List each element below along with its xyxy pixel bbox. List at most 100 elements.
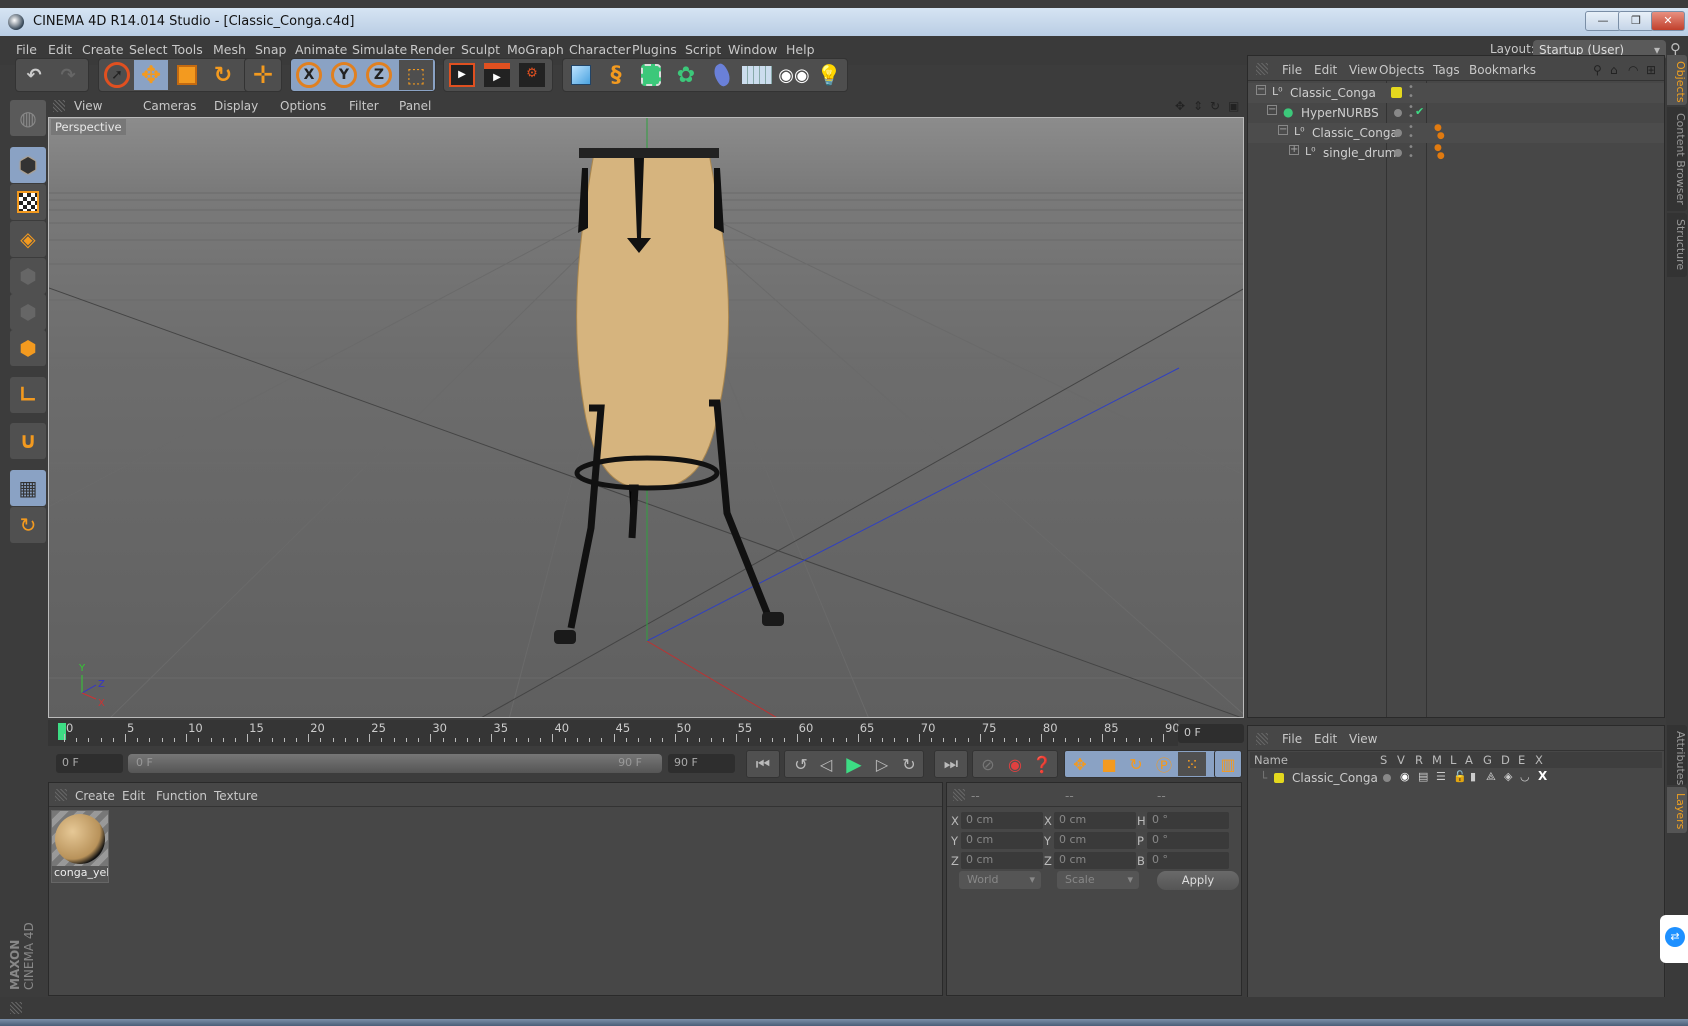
go-to-end-button[interactable]: ⏭ <box>937 752 965 776</box>
object-menu-view[interactable]: View <box>1349 63 1377 77</box>
lock-icon[interactable]: 🔓 <box>1453 770 1467 783</box>
tab-content-browser[interactable]: Content Browser <box>1667 107 1687 211</box>
object-menu-tags[interactable]: Tags <box>1433 63 1460 77</box>
y-axis-button[interactable]: Y <box>327 60 361 90</box>
material-menu-texture[interactable]: Texture <box>214 789 258 803</box>
menu-tools[interactable]: Tools <box>172 42 203 57</box>
menu-mograph[interactable]: MoGraph <box>507 42 564 57</box>
layer-menu-edit[interactable]: Edit <box>1314 732 1337 746</box>
record-key-button[interactable]: ◉ <box>1001 752 1029 776</box>
viewport-menu-cameras[interactable]: Cameras <box>143 99 196 113</box>
texture-mode-button[interactable] <box>10 184 46 220</box>
workplane-button[interactable]: ◍ <box>10 100 46 136</box>
apply-button[interactable]: Apply <box>1157 871 1239 890</box>
object-tree-row[interactable]: + L⁰ single_drum • • ● ● <box>1248 143 1664 163</box>
frame-range-slider[interactable]: 0 F 90 F <box>128 754 662 773</box>
menu-mesh[interactable]: Mesh <box>213 42 246 57</box>
z-axis-button[interactable]: Z <box>362 60 396 90</box>
close-button[interactable]: ✕ <box>1651 11 1685 31</box>
floor-button[interactable] <box>740 60 774 90</box>
generators-icon[interactable]: ⟁ <box>1486 770 1496 784</box>
current-frame-field[interactable]: 0 F <box>1178 724 1244 743</box>
material-menu-create[interactable]: Create <box>75 789 115 803</box>
menu-help[interactable]: Help <box>786 42 815 57</box>
pan-icon[interactable]: ✥ <box>1175 99 1185 113</box>
visibility-toggle-icon[interactable]: • • <box>1408 143 1414 162</box>
next-key-button[interactable]: ↻ <box>895 752 923 776</box>
expand-toggle-icon[interactable]: + <box>1289 145 1299 155</box>
snap-button[interactable]: ∪ <box>10 423 46 459</box>
layer-column-m[interactable]: M <box>1432 753 1442 767</box>
end-frame-field[interactable]: 90 F <box>668 754 735 773</box>
move-button[interactable]: ✥ <box>134 60 168 90</box>
menu-plugins[interactable]: Plugins <box>632 42 677 57</box>
minimize-button[interactable]: — <box>1585 11 1621 31</box>
keyframe-selection-button[interactable]: ❓ <box>1028 752 1056 776</box>
prev-key-button[interactable]: ↺ <box>787 752 815 776</box>
point-level-key-button[interactable]: ⁙ <box>1178 752 1206 776</box>
orbit-icon[interactable]: ↻ <box>1210 99 1220 113</box>
render-settings-button[interactable]: ⚙ <box>515 60 549 90</box>
visible-editor-icon[interactable]: ◉ <box>1400 770 1410 783</box>
manager-icon[interactable]: ☰ <box>1436 770 1446 783</box>
layer-column-d[interactable]: D <box>1501 753 1510 767</box>
cube-button[interactable] <box>564 60 598 90</box>
enabled-check-icon[interactable]: ✔ <box>1415 105 1424 118</box>
menu-create[interactable]: Create <box>82 42 124 57</box>
layer-column-a[interactable]: A <box>1465 753 1473 767</box>
redo-button[interactable]: ↷ <box>51 60 85 90</box>
layer-column-x[interactable]: X <box>1535 753 1543 767</box>
tab-structure[interactable]: Structure <box>1667 213 1687 277</box>
model-mode-button[interactable]: ⬢ <box>10 147 46 183</box>
tab-layers[interactable]: Layers <box>1667 787 1687 833</box>
coord-value-field[interactable]: 0 cm <box>961 812 1043 829</box>
create-tool-button[interactable]: ✛ <box>246 60 280 90</box>
expand-toggle-icon[interactable]: − <box>1278 125 1288 135</box>
polygons-mode-button[interactable]: ⬢ <box>10 330 46 366</box>
menu-window[interactable]: Window <box>728 42 777 57</box>
points-mode-button[interactable]: ⬢ <box>10 258 46 294</box>
panel-grip-icon[interactable] <box>1256 63 1268 75</box>
live-selection-button[interactable]: ➚ <box>100 60 134 90</box>
layer-column-v[interactable]: V <box>1397 753 1405 767</box>
visibility-toggle-icon[interactable]: • • <box>1408 103 1414 122</box>
object-menu-edit[interactable]: Edit <box>1314 63 1337 77</box>
maximize-icon[interactable]: ▣ <box>1228 99 1239 113</box>
layer-column-name[interactable]: Name <box>1254 753 1288 767</box>
tab-attributes[interactable]: Attributes <box>1667 725 1687 785</box>
move-key-button[interactable]: ✥ <box>1066 752 1094 776</box>
panel-grip-icon[interactable] <box>53 100 65 112</box>
edges-mode-button[interactable]: ⬢ <box>10 294 46 330</box>
timeline-window-button[interactable]: ▥ <box>1214 752 1242 776</box>
go-to-start-button[interactable]: ⏮ <box>749 752 777 776</box>
rotate-button[interactable]: ↻ <box>206 60 240 90</box>
render-picture-viewer-button[interactable]: ▶ <box>480 60 514 90</box>
coord-value-field[interactable]: 0 ° <box>1147 812 1229 829</box>
layer-menu-file[interactable]: File <box>1282 732 1302 746</box>
search-icon[interactable]: ⚲ <box>1593 63 1602 77</box>
x-axis-button[interactable]: X <box>292 60 326 90</box>
menu-script[interactable]: Script <box>685 42 721 57</box>
panel-grip-icon[interactable] <box>55 789 67 801</box>
coord-value-field[interactable]: 0 cm <box>1054 852 1136 869</box>
animation-icon[interactable]: ▮ <box>1470 770 1476 783</box>
coordinate-system-button[interactable]: ⬚ <box>399 60 433 90</box>
menu-render[interactable]: Render <box>410 42 455 57</box>
menu-sculpt[interactable]: Sculpt <box>461 42 500 57</box>
viewport-menu-view[interactable]: View <box>74 99 102 113</box>
panel-grip-icon[interactable] <box>10 1002 22 1014</box>
dolly-icon[interactable]: ⇕ <box>1193 99 1203 113</box>
timeline-ruler[interactable]: 0 5 10 15 20 25 30 35 40 45 50 55 60 65 70 75 80 85 90 <box>48 720 1180 746</box>
light-button[interactable]: 💡 <box>812 60 846 90</box>
layer-column-e[interactable]: E <box>1518 753 1525 767</box>
rotate-key-button[interactable]: ↻ <box>1122 752 1150 776</box>
expressions-icon[interactable]: ◡ <box>1520 770 1530 783</box>
prev-frame-button[interactable]: ◁ <box>812 752 840 776</box>
layer-column-r[interactable]: R <box>1415 753 1423 767</box>
object-tree-row[interactable]: − L⁰ Classic_Conga • • ● ● <box>1248 123 1664 143</box>
expand-toggle-icon[interactable]: − <box>1267 105 1277 115</box>
tab-objects[interactable]: Objects <box>1667 55 1687 105</box>
coord-value-field[interactable]: 0 cm <box>961 852 1043 869</box>
deformers-icon[interactable]: ◈ <box>1504 770 1512 783</box>
menu-edit[interactable]: Edit <box>48 42 72 57</box>
